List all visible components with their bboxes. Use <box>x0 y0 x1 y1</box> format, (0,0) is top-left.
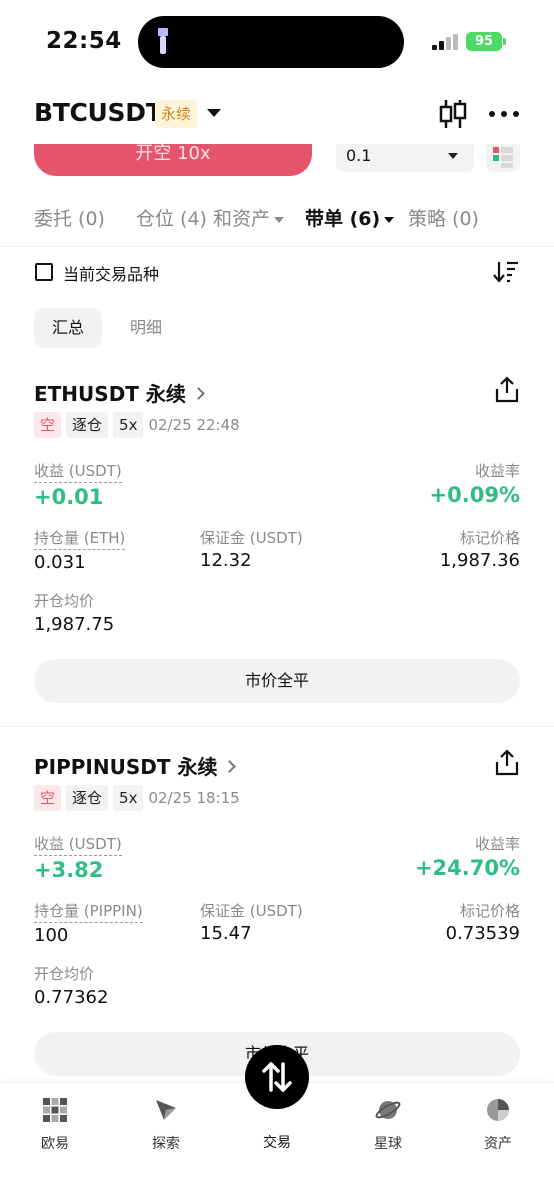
chevron-down-icon <box>448 153 458 159</box>
flashlight-icon <box>158 28 168 54</box>
compass-icon <box>156 1100 176 1120</box>
pnl-label[interactable]: 收益 (USDT) <box>34 833 122 856</box>
margin-label: 保证金 (USDT) <box>200 902 303 920</box>
chevron-down-icon <box>274 216 284 223</box>
leverage-tag: 5x <box>113 412 144 438</box>
dynamic-island <box>138 16 404 68</box>
open-short-button[interactable]: 开空 10x <box>34 144 312 176</box>
position-tags: 空逐仓 5x 02/25 22:48 <box>34 412 240 438</box>
share-icon[interactable] <box>494 749 520 777</box>
share-icon[interactable] <box>494 376 520 404</box>
trade-button[interactable] <box>245 1045 309 1109</box>
current-pair-label[interactable]: 当前交易品种 <box>63 261 159 285</box>
entry-price-label: 开仓均价 <box>34 965 95 983</box>
planet-icon <box>375 1101 401 1119</box>
entry-price-value: 1,987.75 <box>34 614 115 635</box>
roi-value: +0.09% <box>429 483 520 507</box>
order-book-icon[interactable] <box>486 144 520 172</box>
cellular-signal-icon <box>432 34 458 50</box>
margin-label: 保证金 (USDT) <box>200 529 303 547</box>
position-time: 02/25 18:15 <box>148 789 240 807</box>
positions-tabs: 委托 (0) 仓位 (4) 和资产 带单 (6) 策略 (0) <box>34 204 554 238</box>
nav-label: 探索 <box>152 1136 180 1152</box>
battery-cap <box>503 38 506 45</box>
status-time: 22:54 <box>46 28 122 54</box>
position-tags: 空逐仓 5x 02/25 18:15 <box>34 785 240 811</box>
pair-header: BTCUSDT 永续 <box>0 90 554 138</box>
margin-value: 12.32 <box>200 550 252 571</box>
tabs-divider <box>0 246 554 247</box>
card-divider <box>0 726 554 727</box>
candlestick-chart-icon[interactable] <box>438 98 468 130</box>
tab-orders[interactable]: 委托 (0) <box>34 204 105 231</box>
segment-detail[interactable]: 明细 <box>112 308 180 348</box>
nav-explore[interactable]: 探索 <box>121 1097 211 1153</box>
quantity-select[interactable]: 0.1 <box>336 144 474 172</box>
nav-label-trade[interactable]: 交易 <box>232 1132 322 1152</box>
okx-logo-icon <box>43 1098 67 1122</box>
more-options-icon[interactable] <box>487 98 521 130</box>
mark-price-label: 标记价格 <box>459 529 520 547</box>
nav-planet[interactable]: 星球 <box>343 1097 433 1153</box>
swap-arrows-icon <box>262 1062 292 1092</box>
side-tag: 空 <box>34 785 62 811</box>
mark-price-value: 0.73539 <box>445 923 520 944</box>
pair-dropdown-icon[interactable] <box>207 109 221 117</box>
chevron-right-icon <box>192 387 205 400</box>
tab-positions-assets[interactable]: 仓位 (4) 和资产 <box>136 204 284 231</box>
current-pair-checkbox[interactable] <box>35 263 53 281</box>
position-symbol[interactable]: PIPPINUSDT 永续 <box>34 751 237 780</box>
roi-label: 收益率 <box>474 835 520 853</box>
position-symbol[interactable]: ETHUSDT 永续 <box>34 378 205 407</box>
segment-summary[interactable]: 汇总 <box>34 308 102 348</box>
nav-okx[interactable]: 欧易 <box>10 1097 100 1153</box>
size-value: 0.031 <box>34 552 86 573</box>
tab-strategies[interactable]: 策略 (0) <box>408 204 479 231</box>
leverage-tag: 5x <box>113 785 144 811</box>
nav-label: 资产 <box>484 1136 512 1152</box>
chevron-right-icon <box>223 760 237 773</box>
roi-value: +24.70% <box>414 856 520 880</box>
tab-copy-trading[interactable]: 带单 (6) <box>305 204 395 231</box>
market-close-button[interactable]: 市价全平 <box>34 659 520 703</box>
pnl-value: +0.01 <box>34 485 104 509</box>
chevron-down-icon <box>384 216 395 223</box>
margin-mode-tag: 逐仓 <box>66 785 109 811</box>
status-bar: 22:54 95 <box>0 0 554 84</box>
pie-chart-icon <box>487 1099 509 1121</box>
side-tag: 空 <box>34 412 62 438</box>
pair-title[interactable]: BTCUSDT <box>34 98 163 127</box>
quantity-value: 0.1 <box>346 146 372 165</box>
size-label[interactable]: 持仓量 (ETH) <box>34 527 126 550</box>
battery-icon: 95 <box>466 32 502 51</box>
entry-price-label: 开仓均价 <box>34 592 95 610</box>
size-value: 100 <box>34 925 69 946</box>
margin-value: 15.47 <box>200 923 252 944</box>
margin-mode-tag: 逐仓 <box>66 412 109 438</box>
pnl-value: +3.82 <box>34 858 104 882</box>
mark-price-label: 标记价格 <box>459 902 520 920</box>
entry-price-value: 0.77362 <box>34 987 109 1008</box>
nav-label: 欧易 <box>41 1136 69 1152</box>
roi-label: 收益率 <box>474 462 520 480</box>
size-label[interactable]: 持仓量 (PIPPIN) <box>34 900 143 923</box>
perpetual-badge: 永续 <box>155 100 198 128</box>
sort-icon[interactable] <box>493 260 519 284</box>
position-time: 02/25 22:48 <box>148 416 240 434</box>
pnl-label[interactable]: 收益 (USDT) <box>34 460 122 483</box>
nav-label: 星球 <box>374 1136 402 1152</box>
mark-price-value: 1,987.36 <box>439 550 520 571</box>
nav-assets[interactable]: 资产 <box>453 1097 543 1153</box>
